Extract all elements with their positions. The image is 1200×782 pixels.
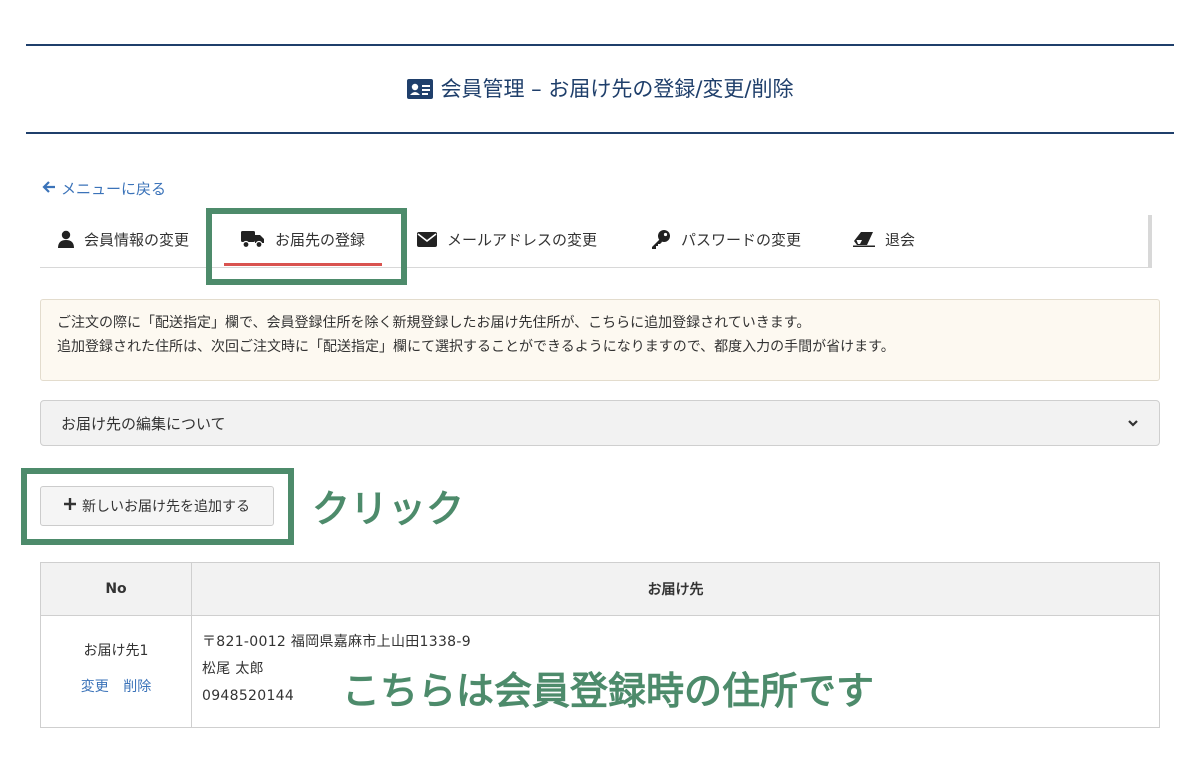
header-top-rule — [26, 44, 1174, 46]
row-label: お届け先1 — [83, 643, 149, 659]
member-address-annotation: こちらは会員登録時の住所です — [342, 669, 875, 713]
tab-password-change[interactable]: パスワードの変更 — [651, 215, 801, 263]
back-to-menu-link[interactable]: メニューに戻る — [42, 178, 166, 199]
delivery-edit-accordion[interactable]: お届け先の編集について — [40, 400, 1160, 446]
active-tab-highlight-box — [206, 208, 407, 285]
page-title: 会員管理 – お届け先の登録/変更/削除 — [0, 74, 1200, 104]
address-text: 〒821-0012 福岡県嘉麻市上山田1338-9 — [202, 634, 471, 650]
tab-member-info[interactable]: 会員情報の変更 — [58, 215, 189, 263]
column-header-destination: お届け先 — [191, 562, 1160, 616]
header-bottom-rule — [26, 132, 1174, 134]
tab-label: 退会 — [885, 230, 916, 249]
click-annotation: クリック — [312, 487, 465, 531]
id-card-icon — [406, 79, 433, 99]
page-title-text: 会員管理 – お届け先の登録/変更/削除 — [440, 77, 794, 101]
row-number-cell: お届け先1 変更 削除 — [40, 615, 192, 728]
edit-link[interactable]: 変更 — [81, 679, 109, 695]
arrow-left-icon — [42, 180, 56, 198]
eraser-icon — [853, 231, 875, 247]
notice-box: ご注文の際に「配送指定」欄で、会員登録住所を除く新規登録したお届け先住所が、こち… — [40, 299, 1160, 381]
chevron-down-icon — [1127, 414, 1139, 432]
back-link-label: メニューに戻る — [61, 180, 167, 198]
accordion-label: お届け先の編集について — [61, 414, 226, 433]
tab-label: パスワードの変更 — [681, 230, 802, 249]
tab-email-change[interactable]: メールアドレスの変更 — [417, 215, 597, 263]
table-header-row: No お届け先 — [40, 562, 1160, 616]
tab-label: 会員情報の変更 — [84, 230, 190, 249]
delete-link[interactable]: 削除 — [123, 679, 151, 695]
envelope-icon — [417, 231, 437, 247]
add-button-highlight-box — [21, 468, 294, 545]
notice-line-2: 追加登録された住所は、次回ご注文時に「配送指定」欄にて選択することができるように… — [57, 339, 895, 355]
column-header-no: No — [40, 562, 192, 616]
user-icon — [58, 230, 74, 248]
tab-withdraw[interactable]: 退会 — [853, 215, 915, 263]
key-icon — [651, 229, 671, 249]
tab-label: メールアドレスの変更 — [447, 230, 598, 249]
